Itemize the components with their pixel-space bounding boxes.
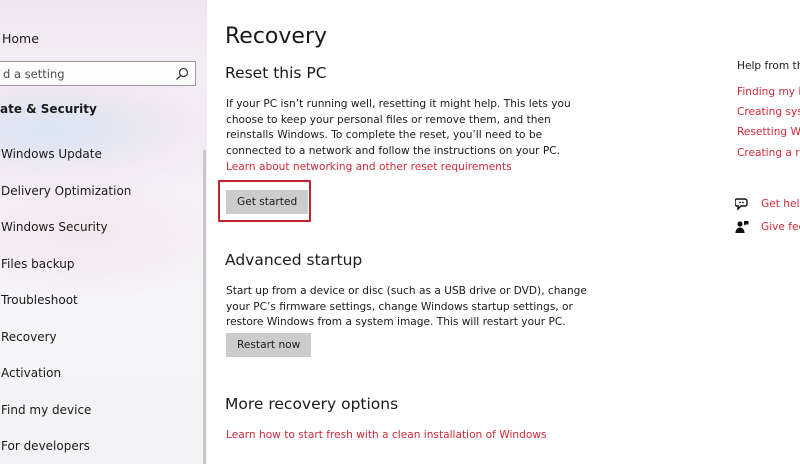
give-feedback-label: Give fee — [761, 221, 800, 233]
help-link-2[interactable]: Creating syste — [737, 106, 800, 118]
restart-now-button[interactable]: Restart now — [226, 333, 312, 357]
sidebar-item-troubleshoot[interactable]: Troubleshoot — [0, 292, 82, 308]
sidebar-item-find-my-device[interactable]: Find my device — [0, 402, 95, 418]
help-link-4[interactable]: Creating a rec — [737, 147, 800, 159]
sidebar-home-link[interactable]: Home — [0, 29, 43, 48]
sidebar-section-title: ate & Security — [0, 102, 97, 116]
help-link-3[interactable]: Resetting Win — [737, 126, 800, 138]
advanced-startup-heading: Advanced startup — [225, 251, 363, 269]
give-feedback-action[interactable]: Give fee — [735, 220, 800, 236]
sidebar-item-recovery[interactable]: Recovery — [0, 329, 61, 345]
main-content: Recovery Reset this PC If your PC isn’t … — [207, 0, 800, 464]
get-started-button[interactable]: Get started — [226, 190, 309, 214]
sidebar-item-for-developers[interactable]: For developers — [0, 438, 94, 454]
reset-requirements-link[interactable]: Learn about networking and other reset r… — [226, 161, 512, 173]
search-box[interactable] — [0, 61, 196, 86]
search-input[interactable] — [3, 65, 171, 82]
sidebar-item-windows-update[interactable]: Windows Update — [0, 146, 106, 162]
sidebar-item-windows-security[interactable]: Windows Security — [0, 219, 112, 235]
settings-sidebar: Home ate & Security Windows Update Deliv… — [0, 0, 207, 464]
sidebar-item-files-backup[interactable]: Files backup — [0, 256, 79, 272]
reset-pc-heading: Reset this PC — [225, 64, 327, 82]
help-heading: Help from the — [737, 60, 800, 72]
advanced-startup-description: Start up from a device or disc (such as … — [226, 285, 587, 328]
sidebar-scrollbar[interactable] — [203, 150, 206, 464]
reset-pc-description: If your PC isn’t running well, resetting… — [226, 98, 571, 157]
page-title: Recovery — [225, 24, 328, 49]
clean-install-link[interactable]: Learn how to start fresh with a clean in… — [226, 429, 547, 441]
search-icon[interactable] — [175, 67, 189, 81]
more-recovery-heading: More recovery options — [225, 395, 399, 413]
sidebar-item-activation[interactable]: Activation — [0, 365, 65, 381]
get-help-action[interactable]: Get help — [735, 197, 800, 213]
get-help-label: Get help — [761, 198, 800, 210]
chat-help-icon — [735, 198, 748, 211]
feedback-person-icon — [735, 221, 749, 233]
sidebar-item-delivery-optimization[interactable]: Delivery Optimization — [0, 183, 135, 199]
help-link-1[interactable]: Finding my Bi — [737, 86, 800, 98]
